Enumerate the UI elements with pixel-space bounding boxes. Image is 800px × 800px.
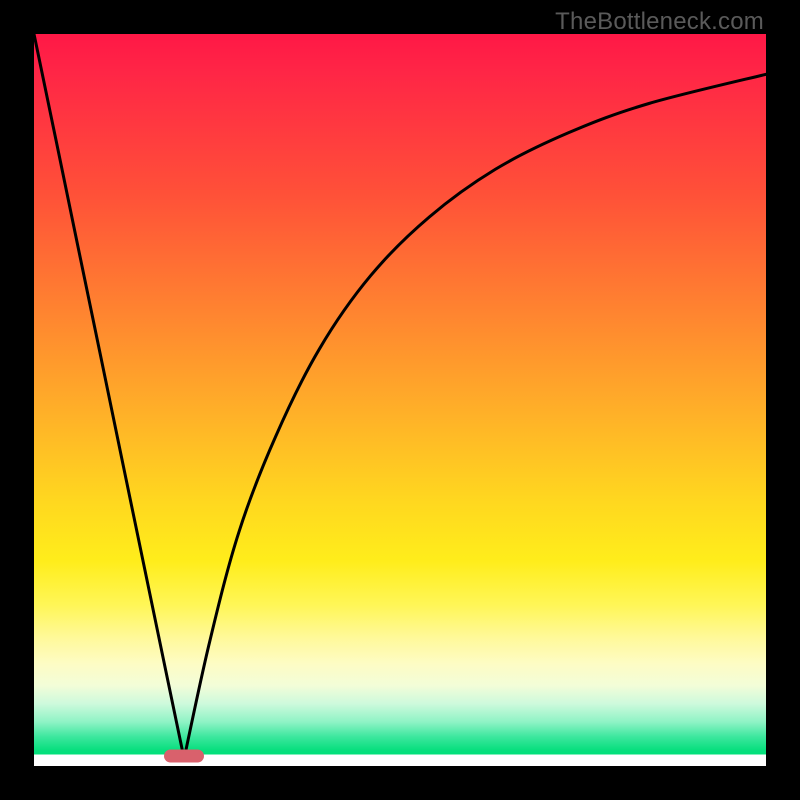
chart-frame: TheBottleneck.com [0,0,800,800]
curve-layer [34,34,766,766]
left-branch-curve [34,34,184,759]
right-branch-curve [184,74,766,758]
plot-area [34,34,766,766]
bottleneck-marker [164,750,204,763]
watermark-text: TheBottleneck.com [555,8,764,36]
